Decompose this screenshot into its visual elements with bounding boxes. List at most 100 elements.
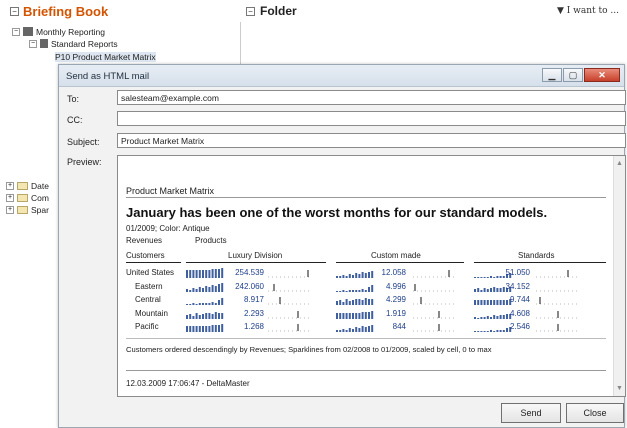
collapse-icon[interactable]: − (246, 6, 255, 16)
column-header: Custom made (371, 251, 421, 260)
sparkline-bar (364, 289, 367, 292)
sparkline-bar (480, 331, 483, 332)
sparkline-bar (486, 288, 489, 292)
sparkline-bar (186, 314, 188, 319)
sparkline-bar (348, 289, 351, 292)
tree-item-com[interactable]: + Com (6, 192, 49, 203)
sparkline-bars (186, 324, 224, 332)
sparkline-bar (486, 277, 489, 278)
close-button[interactable]: Close (566, 403, 624, 423)
briefing-book-title: Briefing Book (23, 3, 109, 19)
sparkline-bar (345, 276, 348, 278)
sparkline-bar (339, 300, 342, 305)
collapse-icon[interactable]: − (12, 27, 20, 36)
sparkline-bar (348, 301, 351, 305)
sparkline-bar (480, 300, 483, 305)
collapse-icon[interactable]: − (10, 6, 19, 16)
sparkline-bar (221, 268, 224, 278)
sparkline-bar (202, 313, 204, 319)
sparkline-bar (483, 316, 486, 319)
sparkline-bar (348, 274, 351, 278)
sparkline-bar (336, 312, 338, 319)
collapse-icon[interactable]: − (29, 39, 37, 48)
expand-icon[interactable]: + (6, 205, 14, 214)
sparkline-bar (474, 331, 476, 332)
i-want-to-menu[interactable]: ▼ I want to ... (557, 6, 619, 16)
sparkline-bar (211, 284, 214, 292)
sparkline-bar (355, 312, 358, 319)
dialog-titlebar[interactable]: Send as HTML mail ▁ ▢ ✕ (59, 65, 624, 87)
tree-item-spar[interactable]: + Spar (6, 204, 49, 215)
sparkline-bar (358, 328, 361, 332)
expand-icon[interactable]: + (6, 193, 14, 202)
divider (126, 338, 606, 339)
preview-scrollbar[interactable]: ▲ ▼ (613, 156, 625, 396)
sparkline-bar (486, 331, 489, 332)
sparkline-line (268, 324, 310, 332)
sparkline-bar (361, 311, 364, 319)
subject-label: Subject: (67, 137, 100, 147)
sparkline-bar (205, 303, 208, 305)
sparkline-bars (186, 268, 224, 278)
folder-icon (17, 181, 28, 190)
sparkline-bar (202, 287, 204, 292)
tree-item-date[interactable]: + Date (6, 180, 49, 191)
sparkline-bar (490, 287, 492, 292)
sparkline-bar (198, 270, 201, 278)
scroll-down-icon[interactable]: ▼ (616, 385, 623, 392)
sparkline-bar (493, 277, 496, 278)
tree-item-standard-reports[interactable]: − Standard Reports (29, 38, 118, 49)
sparkline-line (413, 270, 455, 278)
report-headline: January has been one of the worst months… (126, 205, 548, 220)
sparkline-bar (477, 331, 480, 332)
sparkline-bars (186, 298, 224, 305)
send-html-mail-dialog: Send as HTML mail ▁ ▢ ✕ To: salesteam@ex… (58, 64, 626, 428)
divider (336, 262, 464, 263)
cell-value: 242.060 (235, 281, 264, 291)
to-field[interactable]: salesteam@example.com (117, 90, 626, 105)
sparkline-bar (352, 289, 354, 292)
sparkline-bar (345, 290, 348, 292)
sparkline-bar (189, 326, 192, 332)
sparkline-bar (208, 270, 211, 278)
tree-item-label: Date (31, 180, 49, 191)
minimize-button[interactable]: ▁ (542, 68, 562, 82)
sparkline-bar (214, 311, 217, 319)
maximize-button[interactable]: ▢ (563, 68, 583, 82)
sparkline-bar (358, 274, 361, 278)
sparkline-bar (474, 288, 476, 292)
sparkline-bar (198, 314, 201, 319)
sparkline-line (536, 270, 578, 278)
report-timestamp: 12.03.2009 17:06:47 - DeltaMaster (126, 379, 250, 388)
sparkline-bar (336, 276, 338, 278)
window-controls: ▁ ▢ ✕ (541, 68, 620, 82)
cc-field[interactable] (117, 111, 626, 126)
column-header: Luxury Division (228, 251, 283, 260)
to-label: To: (67, 94, 80, 104)
sparkline-bar (336, 330, 338, 332)
sparkline-bar (483, 277, 486, 278)
tree-item-label: Monthly Reporting (36, 26, 105, 37)
sparkline-bar (208, 326, 211, 332)
expand-icon[interactable]: + (6, 181, 14, 190)
sparkline-bar (214, 325, 217, 332)
preview-pane[interactable]: ▲ ▼ Product Market Matrix January has be… (117, 155, 626, 397)
subject-field[interactable]: Product Market Matrix (117, 133, 626, 148)
scroll-up-icon[interactable]: ▲ (616, 160, 623, 167)
row-label: Pacific (135, 322, 159, 331)
sparkline-bar (358, 289, 361, 292)
sparkline-bar (195, 304, 198, 305)
sparkline-bar (221, 298, 224, 305)
sparkline-bar (364, 273, 367, 278)
tree-item-product-market-matrix[interactable]: P10 Product Market Matrix (55, 51, 156, 62)
tree-item-monthly-reporting[interactable]: − Monthly Reporting (12, 26, 105, 37)
send-button[interactable]: Send (501, 403, 561, 423)
sparkline-bar (202, 270, 204, 278)
sparkline-line (413, 324, 455, 332)
row-label: United States (126, 268, 175, 277)
sparkline-bar (211, 269, 214, 278)
sparkline-bar (348, 312, 351, 319)
close-window-button[interactable]: ✕ (584, 68, 620, 82)
sparkline-line (536, 310, 578, 318)
sparkline-bar (352, 312, 354, 319)
